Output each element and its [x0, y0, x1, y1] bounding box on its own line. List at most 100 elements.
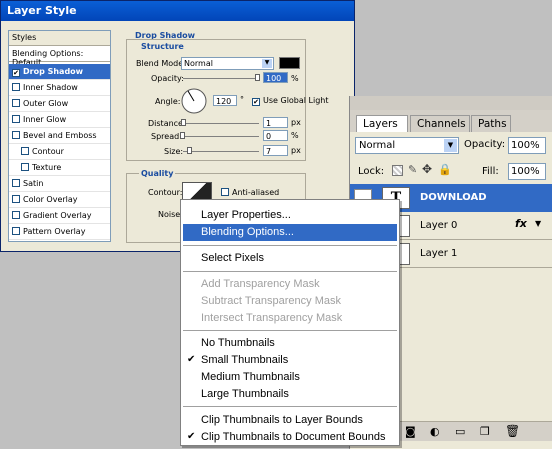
chevron-down-icon[interactable]: ▼	[535, 219, 541, 228]
layer-name[interactable]: Layer 0	[420, 220, 457, 231]
new-layer-icon[interactable]: ❐	[480, 425, 490, 438]
brush-icon[interactable]: ✎	[408, 163, 417, 176]
layer-name[interactable]: Layer 1	[420, 248, 457, 259]
menu-item-small-thumbnails[interactable]: ✔ Small Thumbnails	[183, 352, 397, 369]
fill-input[interactable]: 100%	[508, 163, 546, 180]
spread-slider-handle[interactable]	[180, 132, 185, 139]
angle-input[interactable]: 120	[213, 95, 237, 106]
checkbox[interactable]	[12, 195, 20, 203]
style-item-texture[interactable]: Texture	[9, 160, 110, 176]
layer-context-menu: Layer Properties... Blending Options... …	[180, 199, 400, 446]
anti-aliased-checkbox[interactable]: Anti-aliased	[221, 188, 279, 198]
checkbox[interactable]: ✔	[12, 69, 20, 77]
opacity-slider-track[interactable]	[183, 78, 259, 79]
distance-input[interactable]: 1	[263, 117, 288, 128]
size-label: Size:	[164, 147, 184, 156]
menu-item-select-pixels[interactable]: Select Pixels	[183, 250, 397, 267]
menu-item-add-transparency-mask: Add Transparency Mask	[201, 278, 320, 290]
style-item-gradient-overlay[interactable]: Gradient Overlay	[9, 208, 110, 224]
blend-mode-select[interactable]: Normal ▼	[181, 57, 274, 70]
panel-grip[interactable]	[350, 96, 552, 110]
tab-paths[interactable]: Paths	[471, 115, 511, 132]
style-label: Bevel and Emboss	[23, 131, 97, 140]
spread-input[interactable]: 0	[263, 130, 288, 141]
style-label: Inner Shadow	[23, 83, 78, 92]
menu-separator	[183, 330, 397, 331]
blending-options-item[interactable]: Blending Options: Default	[9, 47, 110, 67]
menu-item-layer-properties[interactable]: Layer Properties...	[183, 207, 397, 224]
tab-layers[interactable]: Layers ✕	[356, 115, 408, 142]
menu-item-intersect-transparency-mask: Intersect Transparency Mask	[201, 312, 343, 324]
lock-label: Lock:	[358, 166, 385, 177]
styles-header[interactable]: Styles	[9, 31, 110, 46]
style-item-inner-shadow[interactable]: Inner Shadow	[9, 80, 110, 96]
size-input[interactable]: 7	[263, 145, 288, 156]
fx-icon[interactable]: fx	[515, 217, 527, 230]
checkbox[interactable]	[12, 227, 20, 235]
checkbox[interactable]	[21, 163, 29, 171]
structure-title: Structure	[139, 42, 186, 51]
menu-item-label: Small Thumbnails	[201, 354, 289, 366]
shadow-color-swatch[interactable]	[279, 57, 300, 69]
angle-dial[interactable]	[180, 87, 208, 115]
spread-slider-track[interactable]	[183, 136, 259, 137]
opacity-label: Opacity:	[151, 74, 184, 83]
checkbox[interactable]	[12, 115, 20, 123]
menu-item-label: Clip Thumbnails to Document Bounds	[201, 431, 386, 443]
size-unit: px	[291, 146, 301, 155]
style-label: Outer Glow	[23, 99, 69, 108]
distance-slider-track[interactable]	[183, 123, 259, 124]
menu-item-clip-to-document-bounds[interactable]: ✔ Clip Thumbnails to Document Bounds	[183, 429, 397, 446]
menu-item-large-thumbnails[interactable]: Large Thumbnails	[183, 386, 397, 403]
checkbox[interactable]	[12, 83, 20, 91]
style-item-pattern-overlay[interactable]: Pattern Overlay	[9, 224, 110, 240]
chevron-down-icon[interactable]: ▼	[444, 139, 457, 152]
adjustment-layer-icon[interactable]: ◐	[430, 425, 440, 438]
blend-mode-select[interactable]: Normal ▼	[355, 137, 459, 154]
menu-separator	[183, 406, 397, 407]
checkbox[interactable]	[221, 188, 229, 196]
checkbox[interactable]: ✔	[252, 98, 260, 106]
use-global-light-label: Use Global Light	[263, 96, 329, 105]
distance-unit: px	[291, 118, 301, 127]
style-item-drop-shadow[interactable]: ✔ Drop Shadow	[9, 64, 110, 80]
angle-unit: °	[240, 95, 244, 104]
opacity-slider-handle[interactable]	[255, 74, 260, 81]
style-item-contour[interactable]: Contour	[9, 144, 110, 160]
opacity-input[interactable]: 100%	[508, 137, 546, 154]
opacity-input[interactable]: 100	[263, 72, 288, 83]
menu-item-no-thumbnails[interactable]: No Thumbnails	[183, 335, 397, 352]
opacity-label: Opacity:	[464, 139, 506, 150]
style-label: Contour	[32, 147, 64, 156]
checkbox[interactable]	[12, 99, 20, 107]
new-group-icon[interactable]: ▭	[455, 425, 465, 438]
menu-item-medium-thumbnails[interactable]: Medium Thumbnails	[183, 369, 397, 386]
checkbox[interactable]	[21, 147, 29, 155]
lock-transparency-icon[interactable]	[392, 165, 403, 176]
style-item-color-overlay[interactable]: Color Overlay	[9, 192, 110, 208]
style-item-inner-glow[interactable]: Inner Glow	[9, 112, 110, 128]
checkbox[interactable]	[12, 179, 20, 187]
tab-channels[interactable]: Channels	[410, 115, 470, 132]
style-item-satin[interactable]: Satin	[9, 176, 110, 192]
checkbox[interactable]	[12, 131, 20, 139]
checkbox[interactable]	[12, 211, 20, 219]
menu-separator	[183, 245, 397, 246]
contour-label: Contour:	[148, 188, 183, 197]
style-item-outer-glow[interactable]: Outer Glow	[9, 96, 110, 112]
lock-icon[interactable]: 🔒	[438, 163, 452, 176]
menu-item-blending-options[interactable]: Blending Options...	[183, 224, 397, 241]
blend-mode-value: Normal	[359, 140, 396, 151]
add-mask-icon[interactable]: ◙	[405, 425, 416, 438]
layer-name[interactable]: DOWNLOAD	[420, 192, 487, 203]
distance-slider-handle[interactable]	[181, 119, 186, 126]
size-slider-track[interactable]	[183, 151, 259, 152]
use-global-light-checkbox[interactable]: ✔ Use Global Light	[252, 96, 329, 106]
style-item-bevel-emboss[interactable]: Bevel and Emboss	[9, 128, 110, 144]
trash-icon[interactable]: 🗑	[505, 424, 520, 438]
angle-label: Angle:	[155, 97, 181, 106]
chevron-down-icon[interactable]: ▼	[262, 59, 272, 68]
menu-item-clip-to-layer-bounds[interactable]: Clip Thumbnails to Layer Bounds	[183, 412, 397, 429]
size-slider-handle[interactable]	[187, 147, 192, 154]
move-icon[interactable]: ✥	[422, 162, 432, 176]
